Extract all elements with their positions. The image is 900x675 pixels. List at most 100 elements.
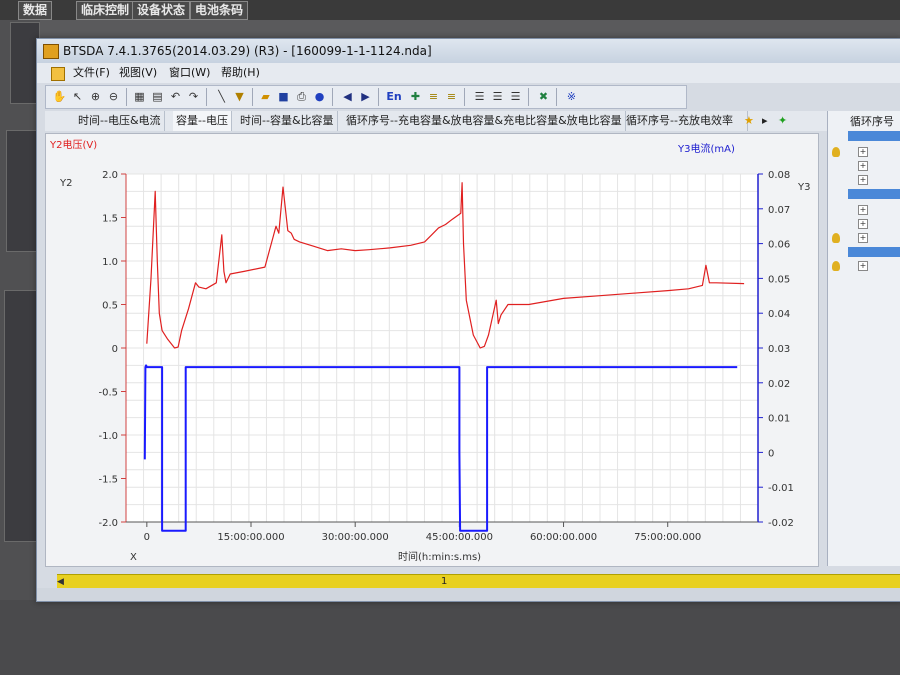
cycle-tree-panel: 循环序号 + + + + + + +	[827, 111, 900, 566]
desktop-menu-barcode[interactable]: 电池条码	[190, 1, 249, 20]
save-icon[interactable]: ■	[276, 89, 291, 104]
settings-icon[interactable]: ※	[564, 89, 579, 104]
y3-tick-label: 0.04	[768, 309, 790, 320]
status-bar	[37, 588, 900, 601]
horizontal-scrollbar[interactable]: ◀ 1	[57, 574, 900, 589]
tab-cycle-efficiency[interactable]: 循环序号--充放电效率	[623, 111, 748, 131]
x-axis-label: 时间(h:min:s.ms)	[398, 550, 481, 563]
tree-node[interactable]	[848, 131, 900, 141]
tree-header: 循环序号	[850, 115, 894, 128]
expand-icon[interactable]: +	[858, 261, 868, 271]
y2-tick-label: -0.5	[98, 388, 118, 399]
y2-tick-label: -1.0	[98, 431, 118, 442]
pin-icon[interactable]: ✚	[408, 89, 423, 104]
tab-time-capacity[interactable]: 时间--容量&比容量	[237, 111, 338, 131]
filter-icon[interactable]: ▼	[232, 89, 247, 104]
menu-file[interactable]: 文件(F)	[71, 63, 112, 83]
axis-left-icon[interactable]: ≡	[426, 89, 441, 104]
undo-icon[interactable]: ↶	[168, 89, 183, 104]
scroll-position: 1	[441, 576, 448, 587]
tab-capacity-voltage[interactable]: 容量--电压	[173, 111, 232, 131]
tree-node[interactable]	[848, 247, 900, 257]
x-tick-label: 15:00:00.000	[217, 532, 284, 543]
add-tab-icon[interactable]: ✦	[775, 111, 790, 131]
export-excel-icon[interactable]: ✖	[536, 89, 551, 104]
redo-icon[interactable]: ↷	[186, 89, 201, 104]
menu-view[interactable]: 视图(V)	[117, 63, 159, 83]
star-icon[interactable]: ★	[741, 111, 757, 131]
lang-icon[interactable]: En	[384, 89, 404, 104]
y3-tick-label: 0.08	[768, 170, 790, 181]
y3-tick-label: -0.01	[768, 483, 794, 494]
chart-tabs: 时间--电压&电流 容量--电压 时间--容量&比容量 循环序号--充电容量&放…	[45, 111, 835, 131]
y3-tick-label: 0.07	[768, 205, 790, 216]
bulb-icon	[832, 261, 840, 271]
toolbar: ✋ ↖ ⊕ ⊖ ▦ ▤ ↶ ↷ ╲ ▼ ▰ ■ ⎙ ● ◀ ▶ En ✚ ≡ ≡…	[45, 85, 687, 109]
bulb-icon	[832, 147, 840, 157]
expand-icon[interactable]: +	[858, 219, 868, 229]
y3-axis-title: Y3	[797, 182, 810, 193]
voltage-current-chart[interactable]: 2.0 1.5 1.0 0.5 0 -0.5 -1.0 -1.5 -2.0 0.08 0.07 0.0…	[46, 134, 818, 566]
y3-tick-label: -0.02	[768, 518, 794, 529]
y2-tick-label: 0	[112, 344, 118, 355]
expand-icon[interactable]: +	[858, 147, 868, 157]
y2-tick-label: 0.5	[102, 301, 118, 312]
x-tick-label: 75:00:00.000	[634, 532, 701, 543]
expand-icon[interactable]: +	[858, 161, 868, 171]
desktop-menubar: 数据 临床控制 设备状态 电池条码	[0, 0, 900, 20]
back-icon[interactable]: ◀	[340, 89, 355, 104]
menu-window[interactable]: 窗口(W)	[167, 63, 212, 83]
desktop-menu-device[interactable]: 设备状态	[132, 1, 191, 20]
tab-scroll-right-icon[interactable]: ▸	[759, 111, 771, 131]
menu-help[interactable]: 帮助(H)	[219, 63, 262, 83]
desktop-tile	[6, 130, 38, 252]
layout-2-icon[interactable]: ☰	[490, 89, 505, 104]
desktop-menu-clinical[interactable]: 临床控制	[76, 1, 135, 20]
menubar: 文件(F) 视图(V) 窗口(W) 帮助(H)	[37, 63, 900, 83]
y2-tick-label: -1.5	[98, 475, 118, 486]
y3-tick-label: 0.02	[768, 379, 790, 390]
window-titlebar[interactable]: BTSDA 7.4.1.3765(2014.03.29) (R3) - [160…	[37, 39, 900, 63]
y3-tick-label: 0	[768, 448, 774, 459]
forward-icon[interactable]: ▶	[358, 89, 373, 104]
y2-tick-label: -2.0	[98, 518, 118, 529]
y3-series-label: Y3电流(mA)	[677, 142, 735, 155]
x-tick-label: 45:00:00.000	[426, 532, 493, 543]
hand-icon[interactable]: ✋	[52, 89, 67, 104]
line-tool-icon[interactable]: ╲	[214, 89, 229, 104]
y2-tick-label: 1.0	[102, 257, 118, 268]
document-icon	[51, 67, 65, 81]
expand-icon[interactable]: +	[858, 233, 868, 243]
table-icon[interactable]: ▦	[132, 89, 147, 104]
chart-panel: 2.0 1.5 1.0 0.5 0 -0.5 -1.0 -1.5 -2.0 0.08 0.07 0.0…	[45, 133, 819, 567]
scroll-left-icon[interactable]: ◀	[57, 577, 67, 587]
zoom-in-icon[interactable]: ⊕	[88, 89, 103, 104]
expand-icon[interactable]: +	[858, 205, 868, 215]
pointer-icon[interactable]: ↖	[70, 89, 85, 104]
x-tick-label: 60:00:00.000	[530, 532, 597, 543]
desktop-tile	[4, 290, 38, 542]
x-axis-title: X	[130, 552, 137, 563]
axis-right-icon[interactable]: ≡	[444, 89, 459, 104]
tab-time-voltage-current[interactable]: 时间--电压&电流	[75, 111, 165, 131]
window-title: BTSDA 7.4.1.3765(2014.03.29) (R3) - [160…	[63, 44, 432, 58]
y3-tick-label: 0.06	[768, 240, 790, 251]
x-tick-label: 0	[144, 532, 150, 543]
bulb-icon	[832, 233, 840, 243]
layout-3-icon[interactable]: ☰	[508, 89, 523, 104]
grid-icon[interactable]: ▤	[150, 89, 165, 104]
y2-tick-label: 1.5	[102, 214, 118, 225]
x-tick-label: 30:00:00.000	[322, 532, 389, 543]
tree-node[interactable]	[848, 189, 900, 199]
print-icon[interactable]: ⎙	[294, 89, 309, 104]
expand-icon[interactable]: +	[858, 175, 868, 185]
help-icon[interactable]: ●	[312, 89, 327, 104]
y2-series-label: Y2电压(V)	[49, 138, 97, 151]
zoom-out-icon[interactable]: ⊖	[106, 89, 121, 104]
desktop-menu-data[interactable]: 数据	[18, 1, 53, 20]
open-icon[interactable]: ▰	[258, 89, 273, 104]
y2-tick-label: 2.0	[102, 170, 118, 181]
tab-cycle-capacity[interactable]: 循环序号--充电容量&放电容量&充电比容量&放电比容量	[343, 111, 626, 131]
y2-axis-title: Y2	[59, 178, 72, 189]
layout-1-icon[interactable]: ☰	[472, 89, 487, 104]
